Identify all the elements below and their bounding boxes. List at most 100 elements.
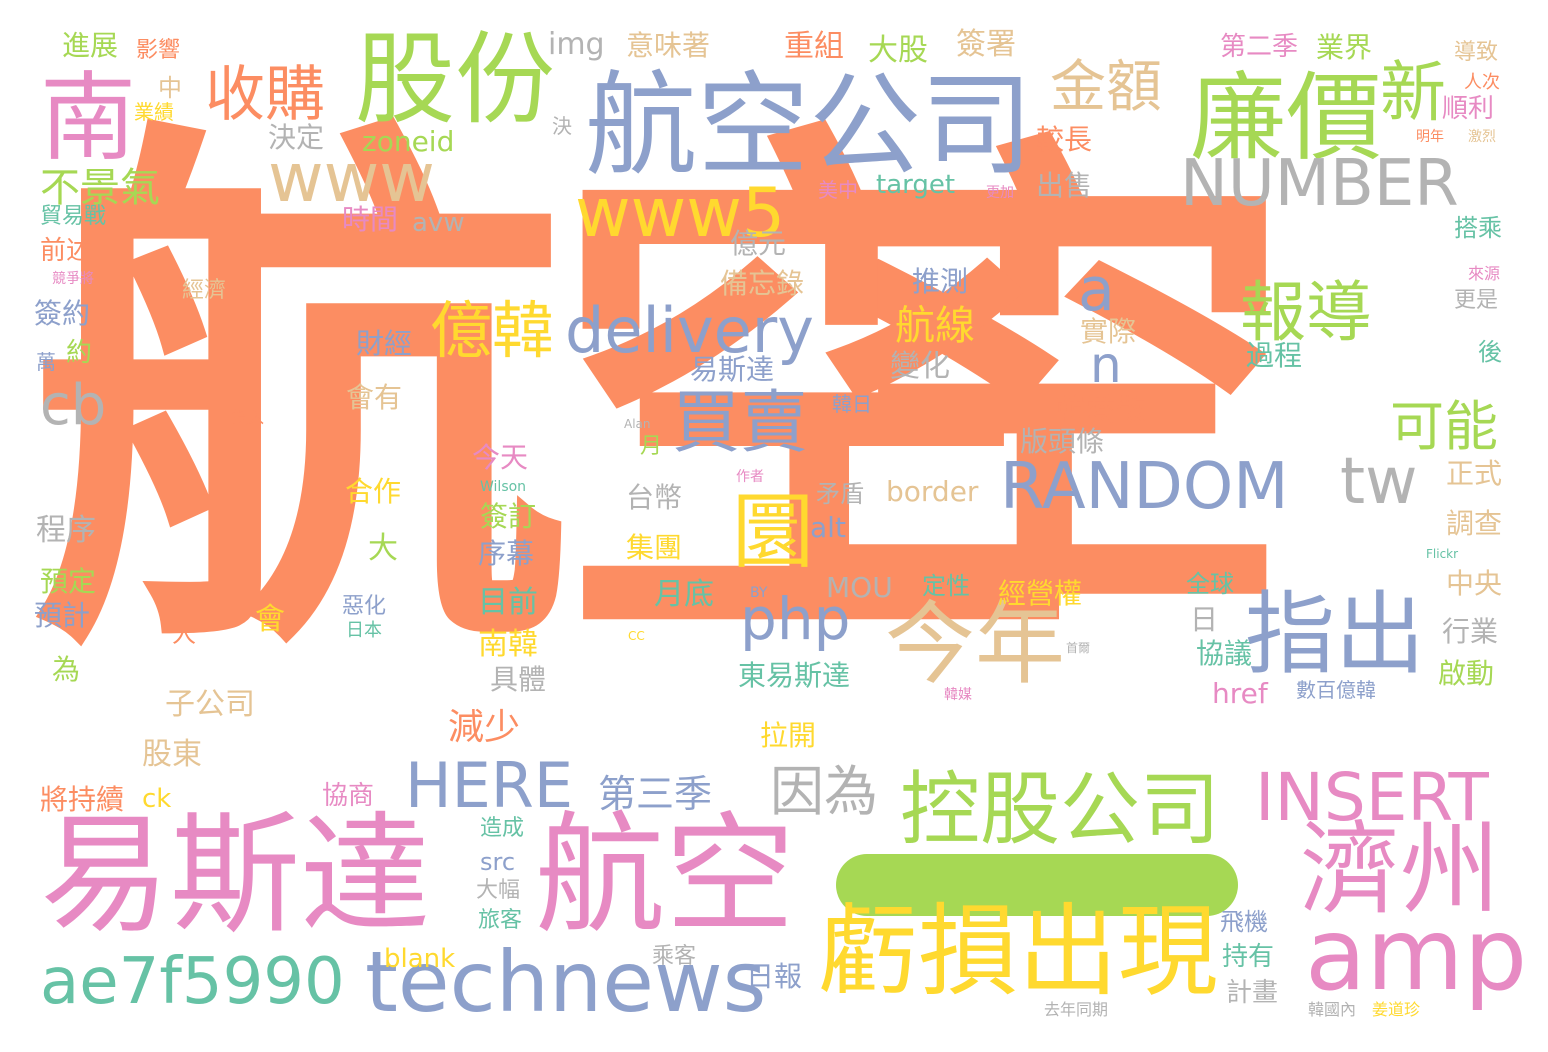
word-feiji: 飛機: [1220, 908, 1268, 936]
word-yeji: 業績: [134, 100, 174, 124]
word-chiyou: 持有: [1222, 942, 1275, 972]
word-muqian: 目前: [478, 585, 538, 620]
word-wei: 為: [52, 653, 81, 686]
word-qianshu2: 前述: [40, 236, 93, 266]
word-here: HERE: [405, 749, 574, 822]
word-guocheng: 過程: [1246, 339, 1303, 372]
word-number: NUMBER: [1180, 147, 1459, 221]
word-nan: 南: [40, 62, 136, 174]
word-konggu: 控股公司: [900, 763, 1220, 856]
word-hangkong: 航空: [535, 799, 796, 951]
word-jiangdaozhen: 姜道珍: [1372, 1000, 1421, 1019]
word-cc: CC: [628, 629, 645, 643]
word-wan: 萬: [36, 350, 56, 374]
word-jiangchixu: 將持續: [40, 783, 125, 816]
word-dingxing: 定性: [922, 572, 970, 600]
word-tw: tw: [1340, 445, 1418, 519]
word-jingzhengjiang: 競爭將: [52, 271, 94, 287]
word-gudong: 股東: [142, 737, 202, 772]
word-quanqiu: 全球: [1186, 570, 1234, 598]
word-da-small: 大: [368, 531, 398, 566]
word-hanguonei: 韓國內: [1308, 1000, 1357, 1019]
word-ren: 人: [172, 620, 196, 648]
word-jilie: 激烈: [1468, 129, 1496, 145]
word-insert: INSERT: [1255, 759, 1489, 836]
word-jinzhan: 進展: [62, 29, 119, 62]
word-yinwei: 因為: [770, 760, 878, 823]
word-kuisun: 虧損出現: [818, 893, 1218, 1010]
word-meizhong: 美中: [818, 178, 858, 202]
word-ck: ck: [142, 784, 172, 814]
word-jianshao: 減少: [448, 707, 521, 748]
word-bianhua: 變化: [890, 349, 950, 384]
word-dacheng: 搭乘: [1454, 214, 1502, 242]
word-jingji: 經濟: [182, 278, 227, 303]
word-jueding: 決定: [268, 121, 325, 154]
word-qianshu: 簽署: [956, 27, 1016, 62]
word-yisida: 易斯達: [40, 799, 431, 951]
word-flickr: Flickr: [1426, 547, 1459, 561]
word-cloud: 航空 空 易斯達 航空 航空公司 股份 廉價 南 濟州 虧損出現 控股公司 am…: [0, 0, 1548, 1052]
word-yingxiang: 影響: [136, 38, 181, 63]
word-jihua: 計畫: [1226, 978, 1279, 1008]
word-zhong-small: 中: [158, 74, 182, 102]
word-bujingqi: 不景氣: [40, 165, 160, 211]
word-hangkong-gongsi: 航空公司: [585, 61, 1033, 191]
word-mou: MOU: [826, 571, 893, 604]
word-target: target: [876, 170, 956, 200]
word-shougou: 收購: [205, 60, 325, 130]
word-huan: 圜: [732, 485, 815, 580]
word-hanmei: 韓媒: [944, 687, 972, 703]
word-blank: blank: [384, 944, 456, 974]
word-jine: 金額: [1050, 55, 1162, 120]
word-touru: 投入: [232, 408, 265, 427]
word-hui: 會: [255, 602, 285, 637]
word-mingnian: 明年: [1416, 129, 1444, 145]
word-bantoutiao: 版頭條: [1020, 425, 1105, 458]
word-alan: Alan: [624, 417, 651, 431]
word-jiaochang: 較長: [1036, 123, 1093, 156]
word-nanhan: 南韓: [478, 627, 538, 662]
word-yuding: 預定: [40, 565, 97, 598]
word-yue-small: 月: [640, 434, 663, 459]
word-yue: 約: [66, 338, 93, 368]
word-riben: 日本: [346, 620, 382, 641]
word-zhichu: 指出: [1245, 582, 1425, 687]
word-zaocheng: 造成: [480, 816, 525, 841]
word-hanaijing: 韓愛敬: [1056, 393, 1146, 428]
word-luke: 旅客: [478, 908, 523, 933]
word-ae7f5990: ae7f5990: [40, 945, 345, 1019]
word-diaocha: 調查: [1446, 507, 1503, 540]
word-xieshang: 協商: [322, 781, 375, 811]
word-chengxu: 程序: [36, 513, 96, 548]
word-gengjia: 更加: [986, 185, 1014, 201]
word-avw: avw: [412, 208, 465, 238]
word-shiji: 實際: [1080, 315, 1137, 348]
word-zigongsi: 子公司: [165, 687, 255, 722]
word-shijian: 時間: [342, 203, 399, 236]
word-shouer: 首爾: [1066, 641, 1091, 655]
word-caijing: 財經: [356, 327, 413, 360]
word-ehua: 惡化: [342, 594, 387, 619]
word-jingyingquan: 經營權: [998, 577, 1083, 610]
word-yihan: 億韓: [430, 294, 555, 367]
word-daozhi: 導致: [1454, 40, 1499, 65]
word-chushou: 出售: [1036, 169, 1093, 202]
word-hezuo: 合作: [345, 475, 402, 508]
word-huiyou: 會有: [346, 381, 403, 414]
word-maimai: 買賣: [672, 384, 809, 463]
word-ribao: 日報: [746, 960, 803, 993]
word-jituan: 集團: [626, 531, 683, 564]
word-shunli: 順利: [1442, 94, 1495, 124]
word-qidong: 啟動: [1438, 657, 1495, 690]
word-laiyuan: 來源: [1468, 264, 1501, 283]
word-src: src: [480, 848, 516, 876]
word-qunian-tongqi: 去年同期: [1044, 1000, 1109, 1019]
word-yiyuan: 億元: [730, 227, 787, 260]
word-jinnian: 今年: [885, 592, 1065, 697]
word-yiweizhe: 意味著: [626, 29, 711, 62]
word-ri: 日: [1190, 603, 1219, 636]
word-hangye: 行業: [1442, 615, 1499, 648]
word-zoneid: zoneid: [362, 125, 455, 158]
word-juti: 具體: [490, 663, 547, 696]
